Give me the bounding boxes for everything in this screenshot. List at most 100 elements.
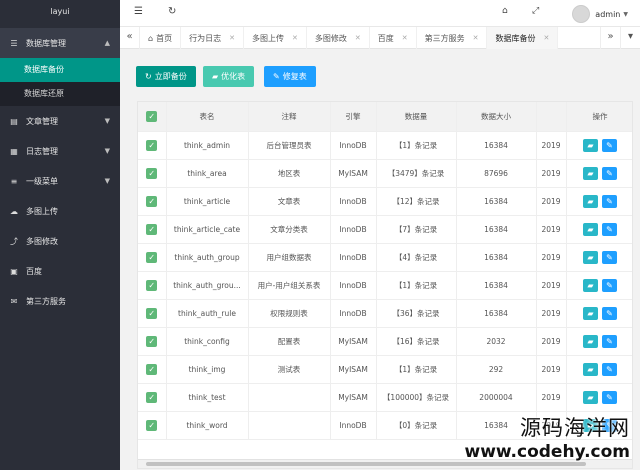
tab-home[interactable]: ⌂ 首页 <box>140 27 182 49</box>
sidebar-group-articles[interactable]: ▤ 文章管理 ▼ <box>0 106 120 136</box>
tag-icon[interactable]: ⌂ <box>502 6 508 16</box>
tab-third-party[interactable]: 第三方服务 ✕ <box>417 27 488 49</box>
close-icon[interactable]: ✕ <box>292 28 298 49</box>
optimize-row-button[interactable]: ▰ <box>583 418 598 432</box>
close-icon[interactable]: ✕ <box>355 28 361 49</box>
table-row[interactable]: ✓ think_img 测试表 MyISAM 【1】条记录 292 2019 ▰ ✎ <box>138 355 632 384</box>
row-checkbox[interactable]: ✓ <box>138 215 167 244</box>
repair-row-button[interactable]: ✎ <box>602 306 617 320</box>
row-checkbox[interactable]: ✓ <box>138 383 167 412</box>
optimize-row-button[interactable]: ▰ <box>583 138 598 152</box>
sidebar-group-database[interactable]: ☰ 数据库管理 ▲ <box>0 28 120 58</box>
row-checkbox[interactable]: ✓ <box>138 243 167 272</box>
backup-now-button[interactable]: ↻ 立即备份 <box>136 66 196 87</box>
table-row[interactable]: ✓ think_article 文章表 InnoDB 【12】条记录 16384 2019 ▰… <box>138 187 632 216</box>
tabs-next-button[interactable]: » <box>600 27 620 49</box>
table-row[interactable]: ✓ think_auth_group 用户组数据表 InnoDB 【4】条记录 16384… <box>138 243 632 272</box>
repair-row-button[interactable]: ✎ <box>602 250 617 264</box>
table-row[interactable]: ✓ think_test MyISAM 【100000】条记录 2000004 2019 ▰… <box>138 383 632 412</box>
row-checkbox[interactable]: ✓ <box>138 299 167 328</box>
check-icon: ✓ <box>146 279 158 291</box>
sidebar-item-baidu[interactable]: ▣ 百度 <box>0 256 120 286</box>
row-checkbox[interactable]: ✓ <box>138 131 167 160</box>
optimize-row-button[interactable]: ▰ <box>583 194 598 208</box>
tab-multi-edit[interactable]: 多图修改 ✕ <box>307 27 370 49</box>
column-header[interactable] <box>536 102 567 132</box>
tab-multi-upload[interactable]: 多图上传 ✕ <box>244 27 307 49</box>
table-row[interactable]: ✓ think_auth_grou... 用户-用户组关系表 InnoDB 【1】条记录… <box>138 271 632 300</box>
rows-cell: 【16】条记录 <box>376 327 457 356</box>
rows-cell: 【100000】条记录 <box>376 383 457 412</box>
sidebar-group-label: 文章管理 <box>26 116 58 126</box>
comment-cell: 配置表 <box>248 327 331 356</box>
sidebar-item-third-party[interactable]: ✉ 第三方服务 <box>0 286 120 316</box>
table-row[interactable]: ✓ think_config 配置表 MyISAM 【16】条记录 2032 2019 ▰ ✎ <box>138 327 632 356</box>
tabs-menu-button[interactable]: ▾ <box>620 27 640 49</box>
repair-table-button[interactable]: ✎ 修复表 <box>264 66 316 87</box>
optimize-row-button[interactable]: ▰ <box>583 390 598 404</box>
sidebar-item-db-backup[interactable]: 数据库备份 <box>0 58 120 82</box>
optimize-row-button[interactable]: ▰ <box>583 278 598 292</box>
optimize-row-button[interactable]: ▰ <box>583 362 598 376</box>
horizontal-scrollbar[interactable] <box>138 459 632 468</box>
optimize-row-button[interactable]: ▰ <box>583 306 598 320</box>
column-header[interactable]: 注释 <box>248 102 331 132</box>
close-icon[interactable]: ✕ <box>402 28 408 49</box>
app-logo[interactable]: layui <box>0 0 120 28</box>
tab-db-backup[interactable]: 数据库备份 ✕ <box>487 27 559 49</box>
sidebar-group-logs[interactable]: ▦ 日志管理 ▼ <box>0 136 120 166</box>
row-checkbox[interactable]: ✓ <box>138 327 167 356</box>
close-icon[interactable]: ✕ <box>543 28 549 49</box>
chevron-up-icon: ▲ <box>104 39 110 47</box>
row-checkbox[interactable]: ✓ <box>138 355 167 384</box>
row-checkbox[interactable]: ✓ <box>138 159 167 188</box>
db-table: ✓ 表名 注释 引擎 数据量 数据大小 操作 ✓ think_admin 后台管理员… <box>137 101 633 469</box>
layers-icon: ≡ <box>10 176 18 186</box>
repair-row-button[interactable]: ✎ <box>602 418 617 432</box>
column-header[interactable]: 引擎 <box>330 102 377 132</box>
column-header[interactable]: 数据大小 <box>456 102 537 132</box>
close-icon[interactable]: ✕ <box>473 28 479 49</box>
user-menu[interactable]: admin ▼ <box>572 5 628 23</box>
optimize-row-button[interactable]: ▰ <box>583 222 598 236</box>
table-row[interactable]: ✓ think_word InnoDB 【0】条记录 16384 2019 ▰ ✎ <box>138 411 632 440</box>
repair-row-button[interactable]: ✎ <box>602 222 617 236</box>
tab-behavior-log[interactable]: 行为日志 ✕ <box>181 27 244 49</box>
column-header[interactable]: 表名 <box>166 102 249 132</box>
scrollbar-thumb[interactable] <box>146 462 586 466</box>
menu-toggle-icon[interactable]: ☰ <box>134 6 143 17</box>
repair-row-button[interactable]: ✎ <box>602 138 617 152</box>
repair-row-button[interactable]: ✎ <box>602 194 617 208</box>
optimize-row-button[interactable]: ▰ <box>583 166 598 180</box>
table-row[interactable]: ✓ think_admin 后台管理员表 InnoDB 【1】条记录 16384 2019 ▰… <box>138 131 632 160</box>
close-icon[interactable]: ✕ <box>229 28 235 49</box>
sidebar-item-multi-edit[interactable]: ⤴ 多图修改 <box>0 226 120 256</box>
mail-icon: ✉ <box>10 296 18 306</box>
sidebar-group-level1-menu[interactable]: ≡ 一级菜单 ▼ <box>0 166 120 196</box>
table-row[interactable]: ✓ think_area 地区表 MyISAM 【3479】条记录 87696 2019 ▰ ✎ <box>138 159 632 188</box>
table-row[interactable]: ✓ think_article_cate 文章分类表 InnoDB 【7】条记录 1638… <box>138 215 632 244</box>
sidebar-item-db-restore[interactable]: 数据库还原 <box>0 82 120 106</box>
column-header[interactable]: 数据量 <box>376 102 457 132</box>
repair-row-button[interactable]: ✎ <box>602 390 617 404</box>
sidebar-item-multi-upload[interactable]: ☁ 多图上传 <box>0 196 120 226</box>
rows-cell: 【12】条记录 <box>376 187 457 216</box>
tab-baidu[interactable]: 百度 ✕ <box>370 27 417 49</box>
row-checkbox[interactable]: ✓ <box>138 411 167 440</box>
optimize-table-button[interactable]: ▰ 优化表 <box>203 66 255 87</box>
repair-row-button[interactable]: ✎ <box>602 166 617 180</box>
row-checkbox[interactable]: ✓ <box>138 187 167 216</box>
tabs-prev-button[interactable]: « <box>120 27 140 49</box>
table-row[interactable]: ✓ think_auth_rule 权限规则表 InnoDB 【36】条记录 16384 2… <box>138 299 632 328</box>
optimize-row-button[interactable]: ▰ <box>583 334 598 348</box>
size-cell: 292 <box>456 355 537 384</box>
select-all-checkbox[interactable]: ✓ <box>138 102 167 132</box>
refresh-icon[interactable]: ↻ <box>168 6 176 17</box>
repair-row-button[interactable]: ✎ <box>602 334 617 348</box>
optimize-row-button[interactable]: ▰ <box>583 250 598 264</box>
repair-row-button[interactable]: ✎ <box>602 278 617 292</box>
refresh-icon: ↻ <box>145 72 152 81</box>
repair-row-button[interactable]: ✎ <box>602 362 617 376</box>
fullscreen-icon[interactable]: ⤢ <box>532 6 539 16</box>
row-checkbox[interactable]: ✓ <box>138 271 167 300</box>
